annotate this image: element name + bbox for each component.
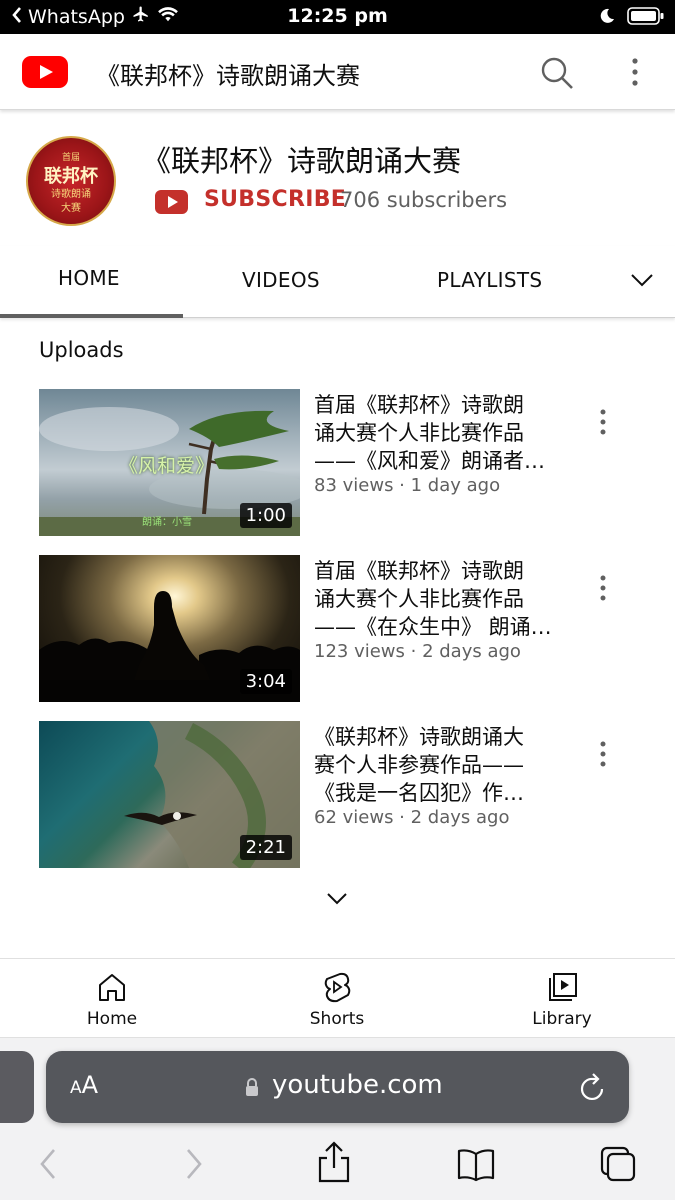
video-title-line: ——《风和爱》朗诵者… bbox=[314, 449, 545, 473]
bottom-navigation: Home Shorts Library bbox=[0, 958, 675, 1038]
header-title: 《联邦杯》诗歌朗诵大赛 bbox=[96, 62, 360, 90]
bookmarks-icon[interactable] bbox=[456, 1144, 496, 1184]
nav-library-label: Library bbox=[532, 1009, 592, 1029]
video-title[interactable]: 首届《联邦杯》诗歌朗 诵大赛个人非比赛作品 ——《在众生中》 朗诵… bbox=[314, 557, 554, 641]
reader-options-button[interactable]: AA bbox=[70, 1071, 98, 1099]
avatar-text-line4: 大赛 bbox=[61, 203, 81, 214]
nav-library[interactable]: Library bbox=[502, 971, 622, 1029]
channel-name: 《联邦杯》诗歌朗诵大赛 bbox=[142, 144, 462, 178]
section-title: Uploads bbox=[39, 338, 124, 362]
url-text: youtube.com bbox=[272, 1070, 443, 1100]
browser-chrome: AA youtube.com bbox=[0, 1038, 675, 1200]
back-icon[interactable] bbox=[30, 1144, 70, 1184]
more-vertical-icon[interactable] bbox=[592, 573, 614, 603]
thumbnail-overlay-title: 《风和爱》 bbox=[119, 455, 215, 477]
video-title-line: 诵大赛个人非比赛作品 bbox=[314, 587, 524, 611]
channel-avatar[interactable]: 首届 联邦杯 诗歌朗诵 大赛 bbox=[26, 136, 116, 226]
video-title-line: 《联邦杯》诗歌朗诵大 bbox=[314, 725, 524, 749]
video-meta: 83 views · 1 day ago bbox=[314, 475, 501, 496]
battery-icon bbox=[627, 6, 665, 30]
clock: 12:25 pm bbox=[287, 5, 388, 27]
video-duration: 2:21 bbox=[239, 835, 292, 860]
video-item[interactable]: 《风和爱》 朗诵：小雪 1:00 首届《联邦杯》诗歌朗 诵大赛个人非比赛作品 —… bbox=[0, 389, 675, 539]
video-title-line: 首届《联邦杯》诗歌朗 bbox=[314, 393, 524, 417]
video-item[interactable]: 3:04 首届《联邦杯》诗歌朗 诵大赛个人非比赛作品 ——《在众生中》 朗诵… … bbox=[0, 555, 675, 705]
tabs-icon[interactable] bbox=[598, 1144, 638, 1184]
lock-icon bbox=[244, 1077, 260, 1097]
more-vertical-icon[interactable] bbox=[592, 407, 614, 437]
nav-home-label: Home bbox=[86, 1009, 138, 1029]
app-header: 《联邦杯》诗歌朗诵大赛 bbox=[0, 34, 675, 110]
video-title-line: 《我是一名囚犯》作… bbox=[314, 781, 524, 805]
tab-playlists[interactable]: PLAYLISTS bbox=[437, 268, 542, 292]
home-icon bbox=[52, 971, 172, 1003]
more-vertical-icon[interactable] bbox=[620, 54, 650, 92]
video-thumbnail[interactable]: 2:21 bbox=[39, 721, 300, 868]
video-title[interactable]: 首届《联邦杯》诗歌朗 诵大赛个人非比赛作品 ——《风和爱》朗诵者… bbox=[314, 391, 554, 475]
video-duration: 1:00 bbox=[239, 503, 292, 528]
video-title-line: 赛个人非参赛作品—— bbox=[314, 753, 524, 777]
video-duration: 3:04 bbox=[239, 669, 292, 694]
video-title-line: 首届《联邦杯》诗歌朗 bbox=[314, 559, 524, 583]
tab-home[interactable]: HOME bbox=[58, 266, 120, 290]
previous-tab-peek[interactable] bbox=[0, 1051, 34, 1123]
subscriber-count: 706 subscribers bbox=[340, 188, 508, 212]
share-icon[interactable] bbox=[314, 1140, 354, 1183]
youtube-logo-icon[interactable] bbox=[22, 56, 68, 88]
youtube-small-logo-icon bbox=[155, 190, 188, 214]
video-title[interactable]: 《联邦杯》诗歌朗诵大 赛个人非参赛作品—— 《我是一名囚犯》作… bbox=[314, 723, 554, 807]
library-icon bbox=[502, 971, 622, 1003]
thumbnail-overlay-caption: 朗诵：小雪 bbox=[142, 517, 192, 528]
address-bar[interactable]: AA youtube.com bbox=[46, 1051, 629, 1123]
status-bar: WhatsApp 12:25 pm bbox=[0, 0, 675, 34]
video-item[interactable]: 2:21 《联邦杯》诗歌朗诵大 赛个人非参赛作品—— 《我是一名囚犯》作… 62… bbox=[0, 721, 675, 871]
reload-icon[interactable] bbox=[578, 1071, 608, 1103]
aa-big: A bbox=[81, 1071, 99, 1099]
expand-uploads-chevron-icon[interactable] bbox=[324, 888, 350, 910]
more-vertical-icon[interactable] bbox=[592, 739, 614, 769]
forward-icon[interactable] bbox=[174, 1144, 214, 1184]
moon-icon bbox=[599, 8, 615, 28]
video-meta: 123 views · 2 days ago bbox=[314, 641, 521, 662]
video-title-line: ——《在众生中》 朗诵… bbox=[314, 615, 552, 639]
subscribe-button[interactable]: SUBSCRIBE bbox=[204, 187, 346, 212]
video-thumbnail[interactable]: 3:04 bbox=[39, 555, 300, 702]
video-thumbnail[interactable]: 《风和爱》 朗诵：小雪 1:00 bbox=[39, 389, 300, 536]
avatar-text-line3: 诗歌朗诵 bbox=[51, 189, 91, 200]
nav-shorts[interactable]: Shorts bbox=[277, 971, 397, 1029]
active-tab-indicator bbox=[0, 314, 183, 318]
tab-videos[interactable]: VIDEOS bbox=[242, 268, 320, 292]
search-icon[interactable] bbox=[538, 54, 576, 92]
channel-tabs: HOME VIDEOS PLAYLISTS bbox=[0, 246, 675, 318]
video-meta: 62 views · 2 days ago bbox=[314, 807, 510, 828]
nav-shorts-label: Shorts bbox=[309, 1009, 365, 1029]
chevron-down-icon[interactable] bbox=[626, 266, 658, 294]
nav-home[interactable]: Home bbox=[52, 971, 172, 1029]
video-title-line: 诵大赛个人非比赛作品 bbox=[314, 421, 524, 445]
aa-small: A bbox=[70, 1078, 82, 1098]
shorts-icon bbox=[277, 971, 397, 1003]
